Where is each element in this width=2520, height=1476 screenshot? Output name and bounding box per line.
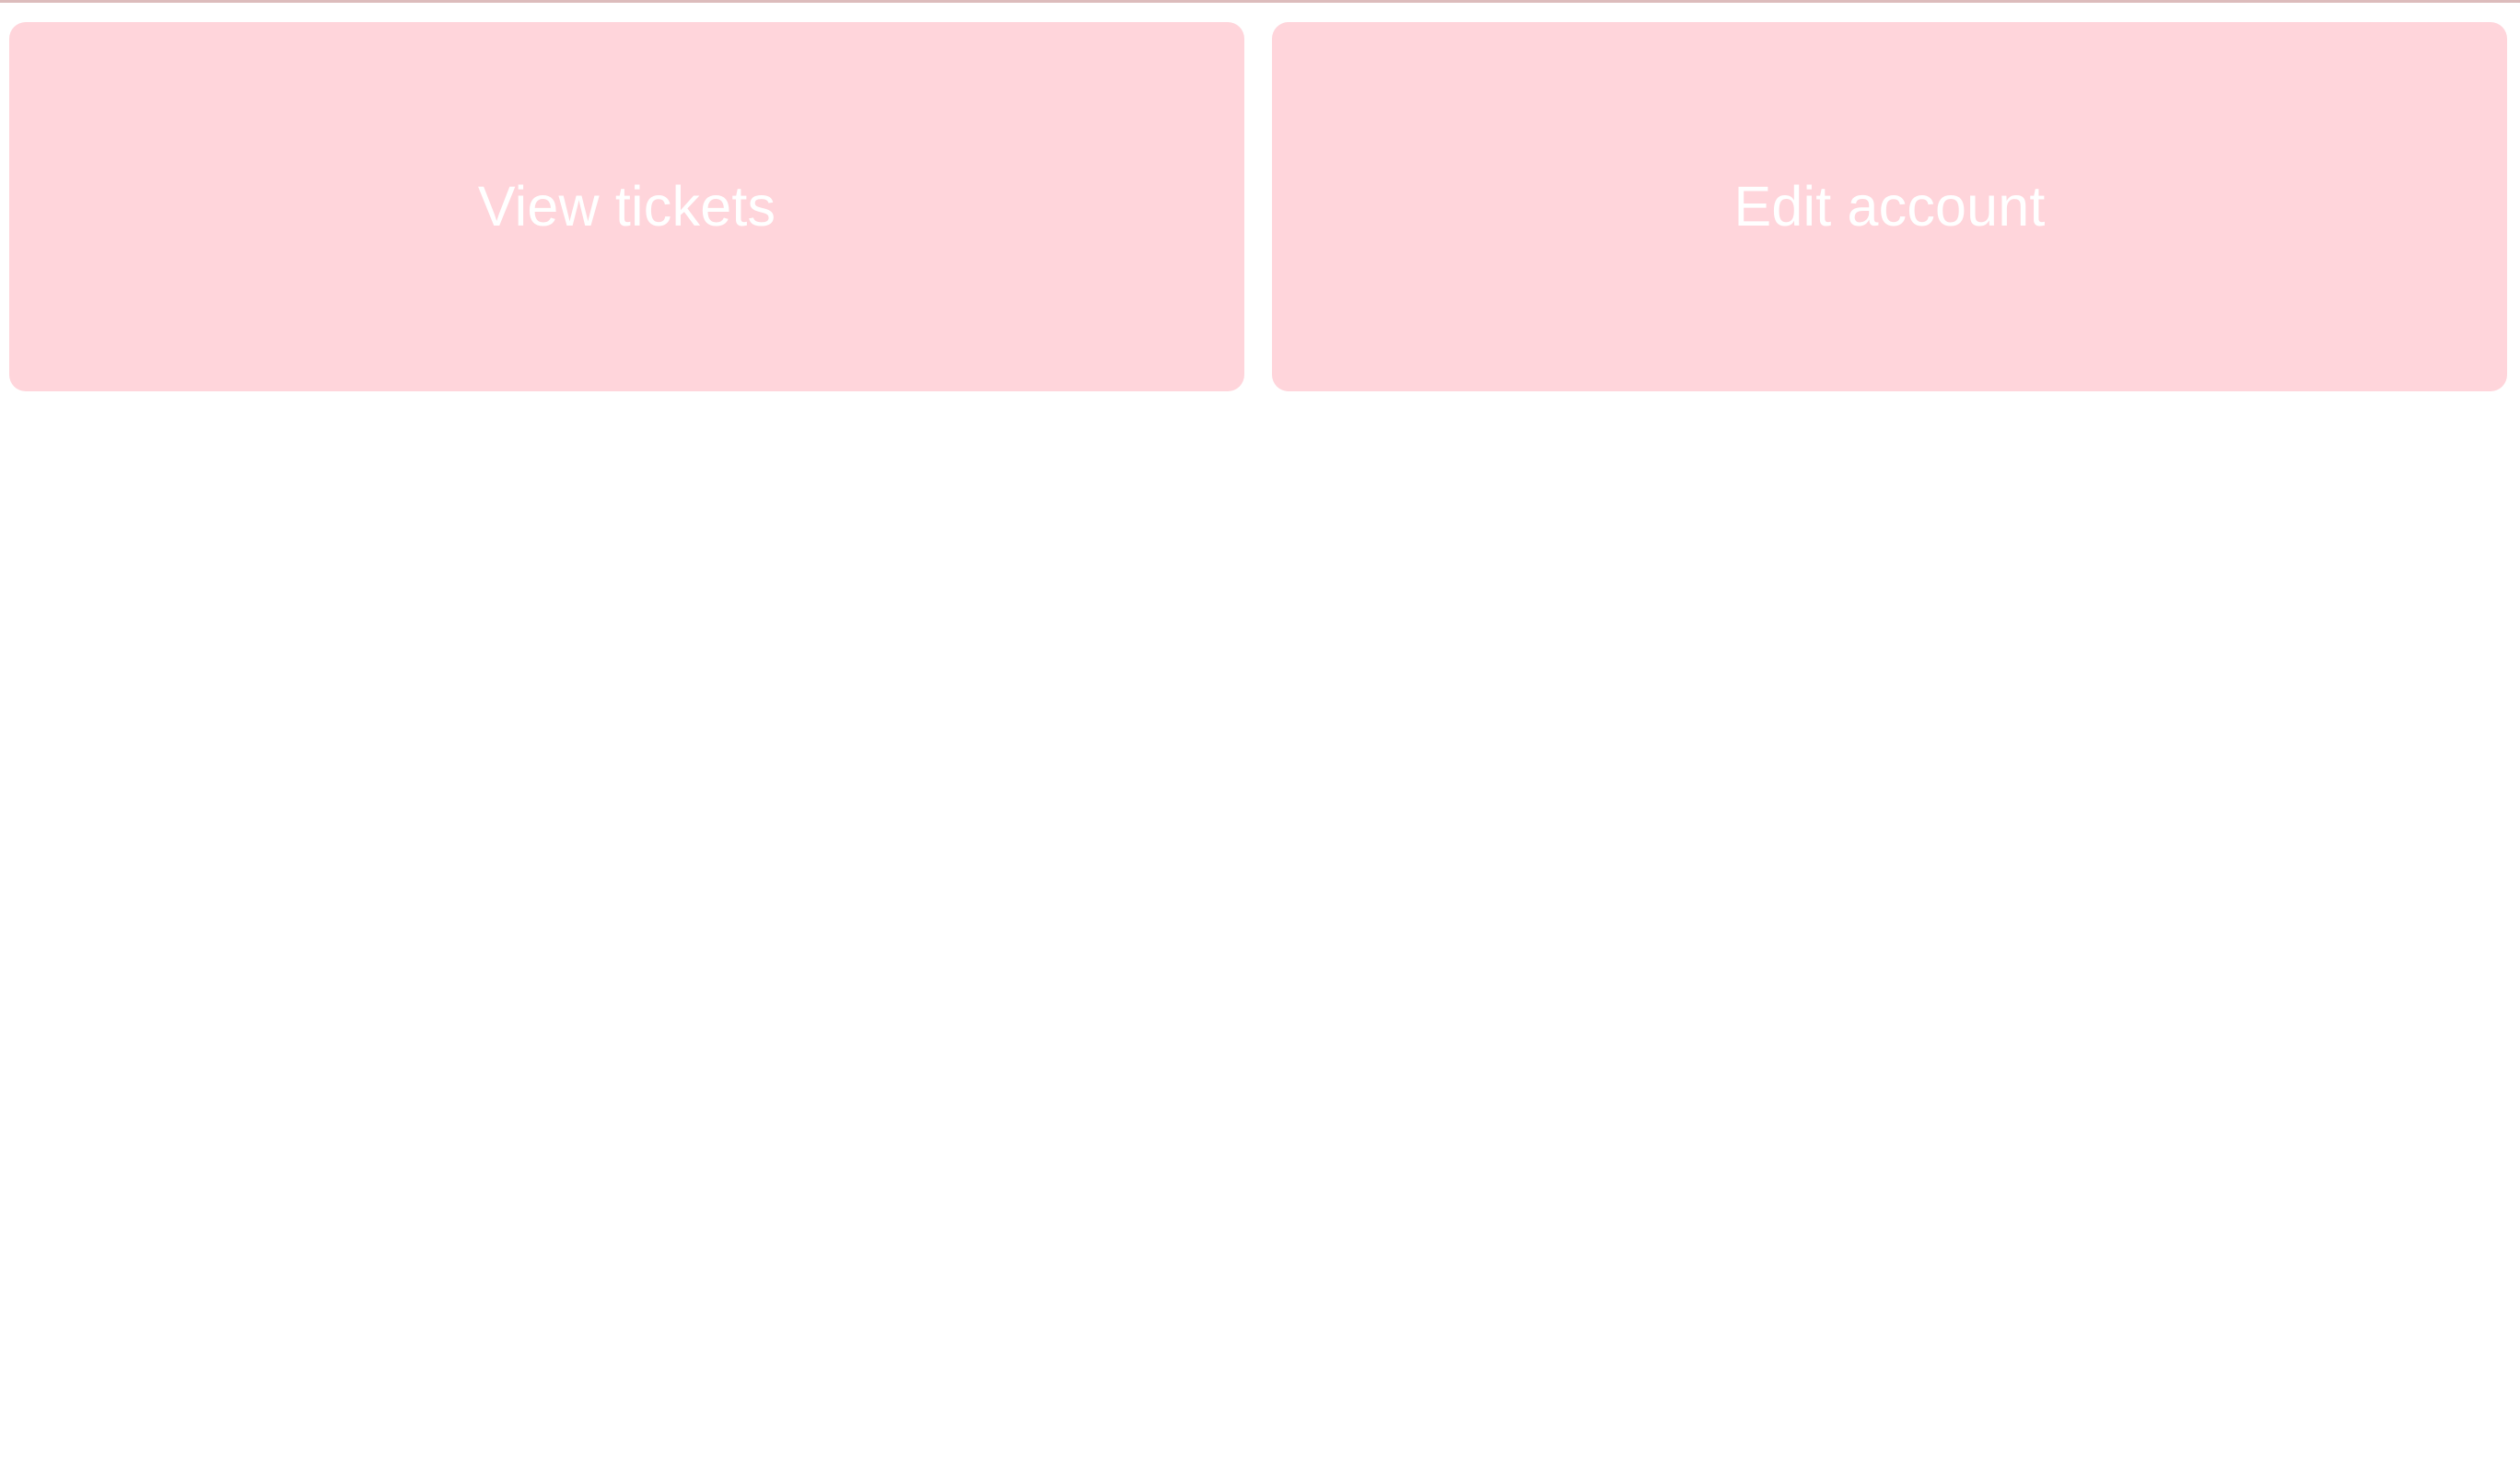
view-tickets-label: View tickets bbox=[477, 175, 776, 238]
action-tiles: View tickets Edit account bbox=[9, 22, 2507, 391]
view-tickets-button[interactable]: View tickets bbox=[9, 22, 1244, 391]
top-divider bbox=[0, 0, 2520, 3]
edit-account-label: Edit account bbox=[1733, 175, 2046, 238]
edit-account-button[interactable]: Edit account bbox=[1272, 22, 2507, 391]
page: View tickets Edit account bbox=[0, 0, 2520, 1476]
